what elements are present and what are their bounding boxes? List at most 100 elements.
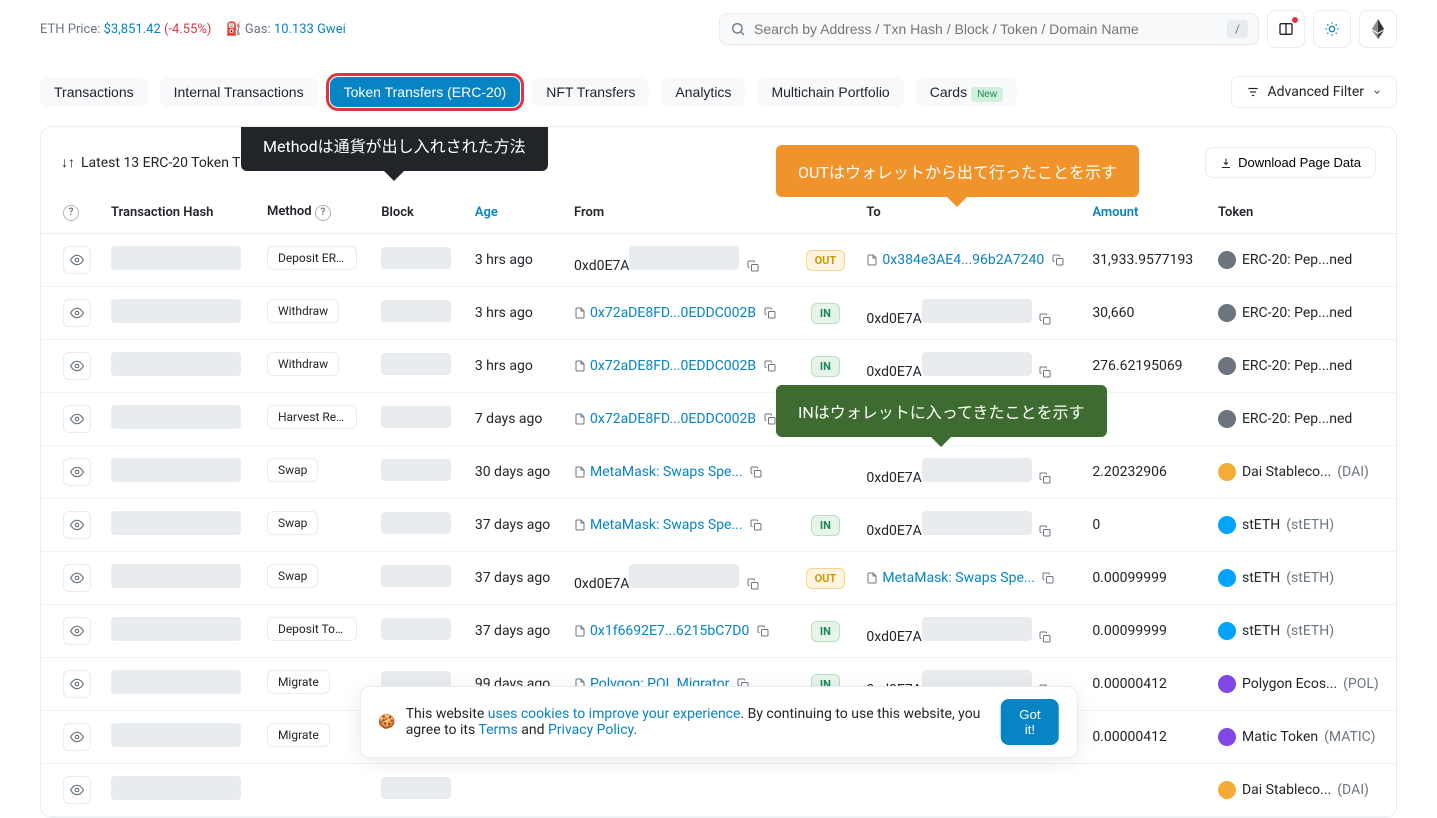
method-pill: Migrate (267, 670, 330, 694)
redacted-hash (111, 511, 241, 535)
table-row: Swap37 days agoMetaMask: Swaps Spe... IN… (41, 498, 1396, 551)
token-icon (1218, 622, 1236, 640)
age-cell: 37 days ago (465, 498, 564, 551)
copy-icon[interactable] (764, 412, 776, 426)
table-row: Swap37 days ago0xd0E7A OUTMetaMask: Swap… (41, 551, 1396, 604)
annotation-out: OUTはウォレットから出て行ったことを示す (776, 145, 1139, 197)
copy-icon[interactable] (747, 577, 759, 591)
token-cell[interactable]: ERC-20: Pep...ned (1218, 251, 1386, 269)
redacted (922, 299, 1032, 323)
amount-cell: 0.00099999 (1082, 551, 1208, 604)
token-cell[interactable]: ERC-20: Pep...ned (1218, 357, 1386, 375)
theme-toggle-button[interactable] (1313, 10, 1351, 48)
from-address-link[interactable]: 0x1f6692E7...6215bC7D0 (590, 623, 749, 639)
from-address-link[interactable]: MetaMask: Swaps Spe... (590, 464, 743, 480)
advanced-filter-button[interactable]: Advanced Filter (1231, 76, 1397, 108)
help-icon[interactable]: ? (63, 205, 79, 221)
redacted-hash (111, 617, 241, 641)
view-details-button[interactable] (63, 352, 91, 380)
token-cell[interactable]: ERC-20: Pep...ned (1218, 304, 1386, 322)
method-pill: Swap (267, 511, 318, 535)
table-row: Deposit To Lido37 days ago0x1f6692E7...6… (41, 604, 1396, 657)
token-icon (1218, 569, 1236, 587)
eth-price-value: $3,851.42 (104, 22, 161, 37)
copy-icon[interactable] (750, 465, 762, 479)
token-icon (1218, 410, 1236, 428)
view-details-button[interactable] (63, 723, 91, 751)
from-address-link[interactable]: 0x72aDE8FD...0EDDC002B (590, 305, 756, 321)
cookie-accept-button[interactable]: Got it! (1001, 699, 1059, 745)
copy-icon[interactable] (1039, 312, 1051, 326)
tab-token-transfers-erc-20-[interactable]: Token Transfers (ERC-20) (330, 77, 521, 107)
redacted-block (381, 300, 451, 322)
terms-link[interactable]: Terms (478, 722, 517, 738)
token-cell[interactable]: Dai Stableco... (DAI) (1218, 463, 1386, 481)
to-address-link[interactable]: 0x384e3AE4...96b2A7240 (882, 252, 1044, 268)
age-cell: 7 days ago (465, 392, 564, 445)
eth-price-label: ETH Price: $3,851.42 (-4.55%) (40, 22, 211, 37)
tab-transactions[interactable]: Transactions (40, 77, 148, 107)
view-details-button[interactable] (63, 776, 91, 804)
col-method: Method ? (257, 192, 371, 233)
search-bar[interactable]: / (719, 13, 1259, 45)
amount-cell: 30,660 (1082, 286, 1208, 339)
from-address-link[interactable]: 0x72aDE8FD...0EDDC002B (590, 411, 756, 427)
eth-logo-button[interactable] (1359, 10, 1397, 48)
copy-icon[interactable] (750, 518, 762, 532)
copy-icon[interactable] (1039, 524, 1051, 538)
from-address-link[interactable]: MetaMask: Swaps Spe... (590, 517, 743, 533)
token-cell[interactable]: stETH (stETH) (1218, 516, 1386, 534)
privacy-link[interactable]: Privacy Policy (548, 722, 633, 738)
token-cell[interactable]: ERC-20: Pep...ned (1218, 410, 1386, 428)
token-icon (1218, 304, 1236, 322)
age-cell: 3 hrs ago (465, 339, 564, 392)
copy-icon[interactable] (1039, 630, 1051, 644)
gas-info: ⛽ Gas: 10.133 Gwei (225, 22, 345, 37)
file-icon (866, 571, 878, 585)
copy-icon[interactable] (764, 359, 776, 373)
col-age[interactable]: Age (465, 192, 564, 233)
to-address: 0xd0E7A (866, 523, 921, 539)
token-cell[interactable]: Dai Stableco... (DAI) (1218, 781, 1386, 799)
cookie-experience-link[interactable]: uses cookies to improve your experience (488, 706, 741, 722)
view-details-button[interactable] (63, 458, 91, 486)
copy-icon[interactable] (764, 306, 776, 320)
view-details-button[interactable] (63, 670, 91, 698)
view-details-button[interactable] (63, 299, 91, 327)
amount-cell (1082, 763, 1208, 816)
tab-nft-transfers[interactable]: NFT Transfers (532, 77, 649, 107)
view-details-button[interactable] (63, 405, 91, 433)
to-address-link[interactable]: MetaMask: Swaps Spe... (882, 570, 1035, 586)
bookmark-button[interactable] (1267, 10, 1305, 48)
copy-icon[interactable] (1039, 365, 1051, 379)
token-cell[interactable]: stETH (stETH) (1218, 569, 1386, 587)
token-cell[interactable]: Polygon Ecos... (POL) (1218, 675, 1386, 693)
token-icon (1218, 516, 1236, 534)
view-details-button[interactable] (63, 617, 91, 645)
view-details-button[interactable] (63, 511, 91, 539)
copy-icon[interactable] (1052, 253, 1064, 267)
from-address: 0xd0E7A (574, 576, 629, 592)
from-address-link[interactable]: 0x72aDE8FD...0EDDC002B (590, 358, 756, 374)
copy-icon[interactable] (757, 624, 769, 638)
col-amount[interactable]: Amount (1082, 192, 1208, 233)
download-button[interactable]: Download Page Data (1205, 147, 1376, 178)
tab-internal-transactions[interactable]: Internal Transactions (160, 77, 318, 107)
token-cell[interactable]: stETH (stETH) (1218, 622, 1386, 640)
redacted (629, 246, 739, 270)
view-details-button[interactable] (63, 246, 91, 274)
tab-multichain-portfolio[interactable]: Multichain Portfolio (757, 77, 903, 107)
table-row: Harvest Rewa...7 days ago0x72aDE8FD...0E… (41, 392, 1396, 445)
copy-icon[interactable] (1039, 471, 1051, 485)
eth-price-change: (-4.55%) (164, 22, 211, 37)
help-icon[interactable]: ? (315, 205, 331, 221)
redacted-block (381, 777, 451, 799)
search-input[interactable] (754, 21, 1219, 37)
tab-cards[interactable]: CardsNew (916, 77, 1017, 107)
tab-analytics[interactable]: Analytics (661, 77, 745, 107)
view-details-button[interactable] (63, 564, 91, 592)
table-row: Deposit ERC2...3 hrs ago0xd0E7A OUT0x384… (41, 233, 1396, 286)
copy-icon[interactable] (1042, 571, 1054, 585)
token-cell[interactable]: Matic Token (MATIC) (1218, 728, 1386, 746)
copy-icon[interactable] (747, 259, 759, 273)
